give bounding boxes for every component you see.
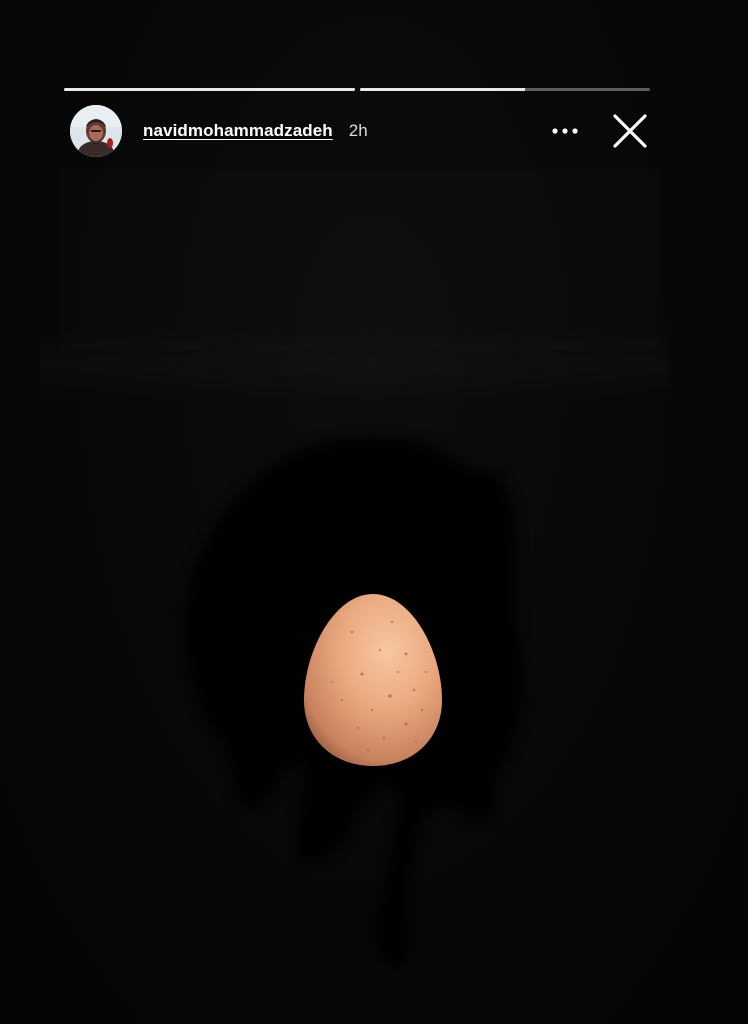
post-time: 2h (348, 121, 368, 140)
close-icon[interactable] (611, 112, 649, 150)
avatar[interactable] (70, 105, 122, 157)
username-link[interactable]: navidmohammadzadeh (143, 121, 333, 141)
progress-segment-2 (359, 88, 650, 91)
story-progress (64, 88, 650, 92)
more-horizontal-icon[interactable] (549, 118, 581, 144)
progress-segment-1 (64, 88, 355, 91)
story-viewer[interactable]: navidmohammadzadeh 2h (0, 0, 748, 1024)
egg-image (304, 594, 442, 766)
avatar-image (70, 105, 122, 157)
